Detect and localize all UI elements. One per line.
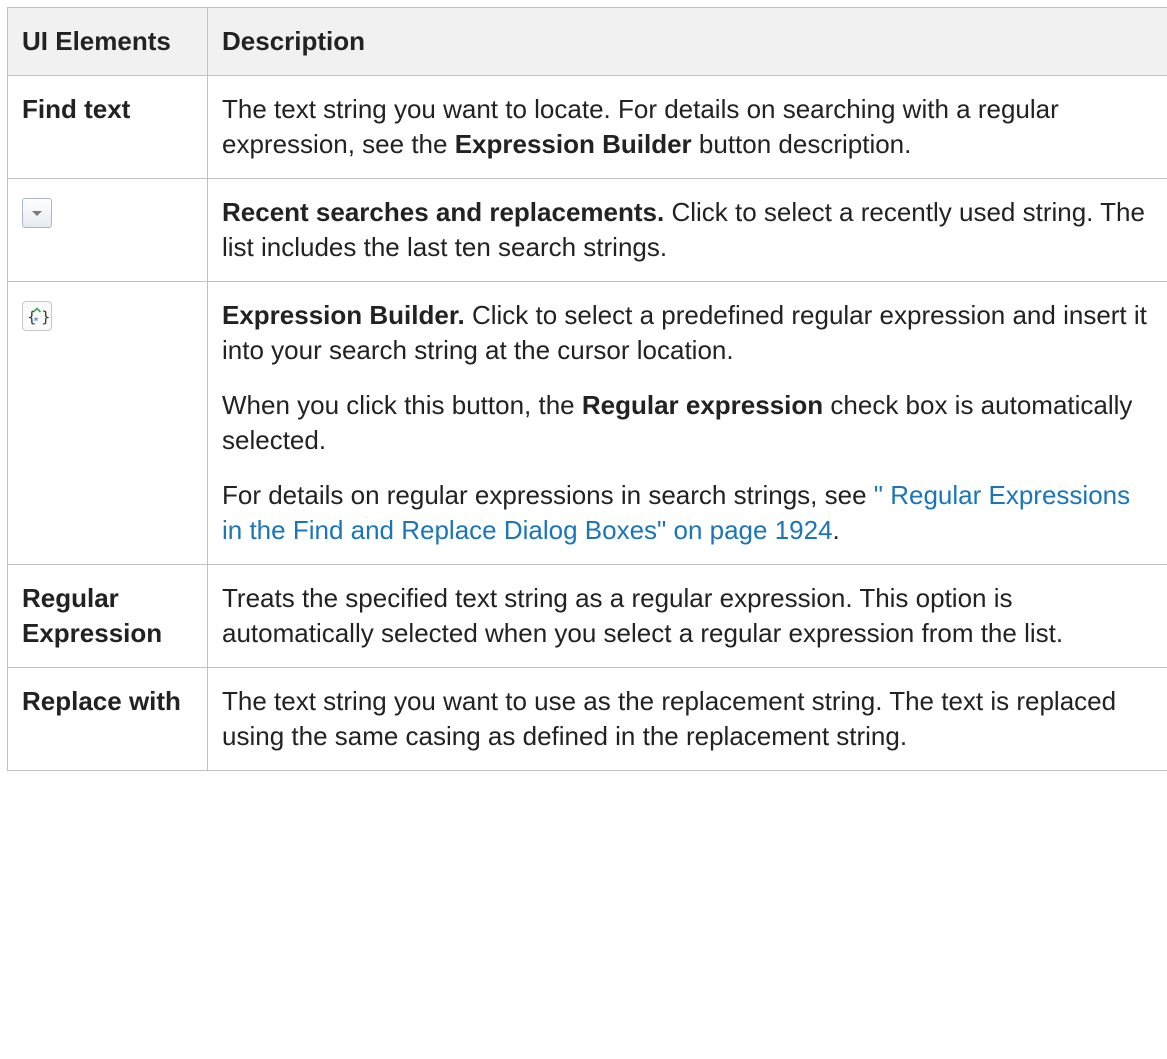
- desc-paragraph: Recent searches and replacements. Click …: [222, 195, 1153, 265]
- row-icon-cell: [7, 178, 208, 282]
- desc-bold: Recent searches and replacements.: [222, 197, 665, 227]
- row-name-find-text: Find text: [7, 75, 208, 179]
- desc-paragraph: Expression Builder. Click to select a pr…: [222, 298, 1153, 368]
- table-row: Find text The text string you want to lo…: [7, 75, 1167, 179]
- header-ui-elements: UI Elements: [7, 7, 208, 76]
- row-desc-find-text: The text string you want to locate. For …: [207, 75, 1167, 179]
- header-description: Description: [207, 7, 1167, 76]
- desc-text: .: [832, 515, 840, 545]
- desc-paragraph: The text string you want to use as the r…: [222, 686, 1117, 751]
- row-name-replace-with: Replace with: [7, 667, 208, 771]
- row-desc-recent-searches: Recent searches and replacements. Click …: [207, 178, 1167, 282]
- svg-text:*: *: [34, 316, 39, 327]
- desc-text: button description.: [691, 129, 912, 159]
- table-row: Replace with The text string you want to…: [7, 667, 1167, 771]
- desc-paragraph: Treats the specified text string as a re…: [222, 583, 1064, 648]
- desc-paragraph: The text string you want to locate. For …: [222, 92, 1153, 162]
- table-row: Recent searches and replacements. Click …: [7, 178, 1167, 282]
- expression-builder-icon: { } *: [22, 301, 52, 331]
- desc-paragraph: For details on regular expressions in se…: [222, 478, 1153, 548]
- desc-bold: Expression Builder: [454, 129, 692, 159]
- row-desc-regular-expression: Treats the specified text string as a re…: [207, 564, 1167, 668]
- desc-text: When you click this button, the: [222, 390, 582, 420]
- row-icon-cell: { } *: [7, 281, 208, 565]
- desc-paragraph: When you click this button, the Regular …: [222, 388, 1153, 458]
- ui-elements-table: UI Elements Description Find text The te…: [7, 7, 1167, 771]
- expression-builder-icon-graphic: { } *: [27, 307, 51, 327]
- row-desc-replace-with: The text string you want to use as the r…: [207, 667, 1167, 771]
- table-row: Regular Expression Treats the specified …: [7, 564, 1167, 668]
- desc-text: For details on regular expressions in se…: [222, 480, 874, 510]
- desc-bold: Expression Builder.: [222, 300, 465, 330]
- table-row: { } * Expression Builder. Click to selec…: [7, 281, 1167, 565]
- table-header-row: UI Elements Description: [7, 7, 1167, 76]
- svg-text:}: }: [41, 308, 51, 326]
- dropdown-arrow-icon: [22, 198, 52, 228]
- row-name-regular-expression: Regular Expression: [7, 564, 208, 668]
- row-desc-expression-builder: Expression Builder. Click to select a pr…: [207, 281, 1167, 565]
- desc-bold: Regular expression: [581, 390, 824, 420]
